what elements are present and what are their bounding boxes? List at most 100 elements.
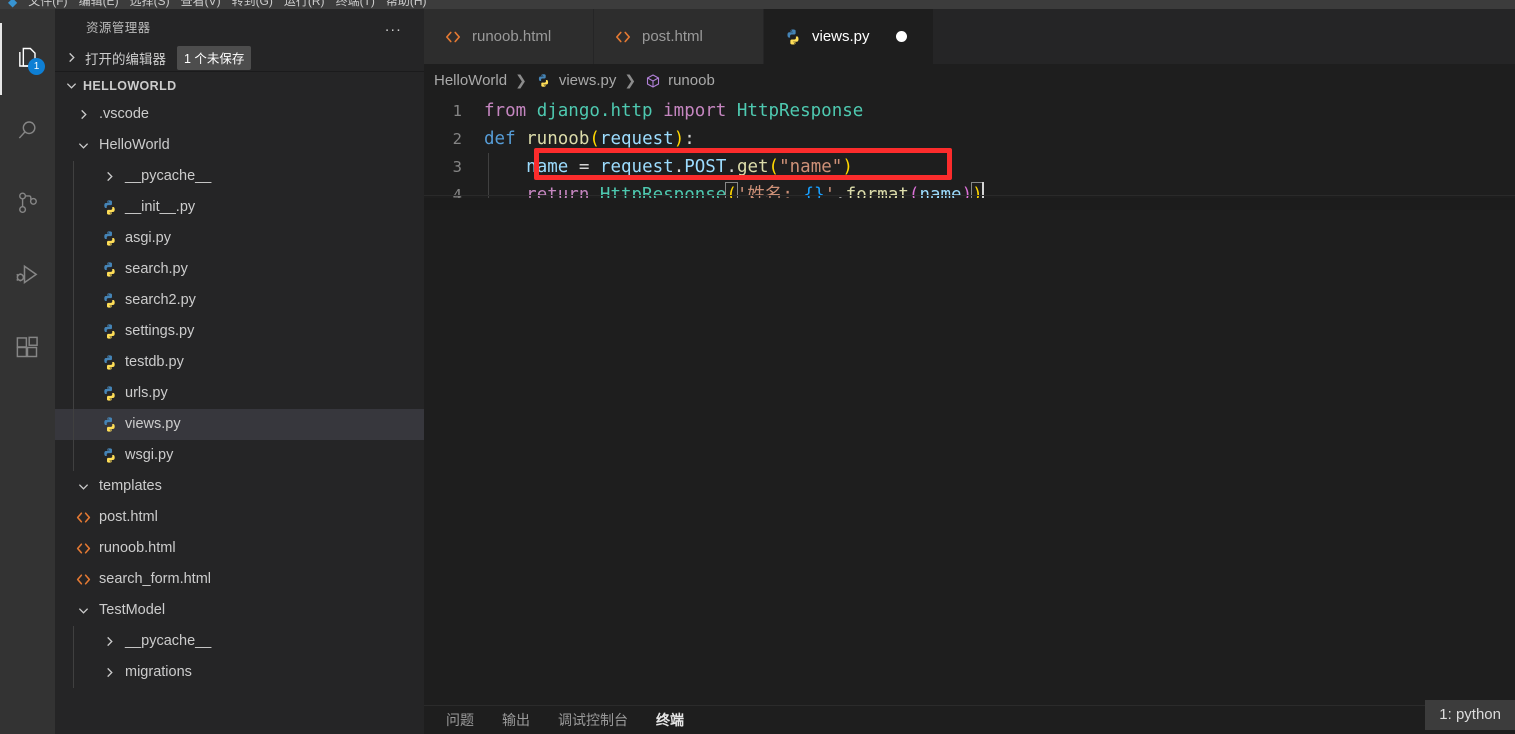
chevron-right-icon: ❯ (624, 72, 637, 88)
tree-item-init-py[interactable]: __init__.py (55, 192, 424, 223)
tree-item-label: __pycache__ (125, 168, 212, 185)
chevron-down-icon (63, 78, 79, 94)
html-icon (614, 28, 632, 46)
menu-item-terminal[interactable]: 终端(T) (336, 0, 375, 9)
tree-item-pycache[interactable]: __pycache__ (55, 161, 424, 192)
panel-tab-list: 问题 输出 调试控制台 终端 (424, 710, 684, 730)
tree-item-label: urls.py (125, 385, 168, 402)
panel-tab-输出[interactable]: 输出 (502, 710, 530, 730)
panel-tab-问题[interactable]: 问题 (446, 710, 474, 730)
html-icon (75, 540, 92, 557)
menu-item-edit[interactable]: 编辑(E) (79, 0, 119, 9)
chevron-right-icon (101, 168, 118, 185)
token-keyword-import: import (663, 101, 727, 121)
tree-item-search-py[interactable]: search.py (55, 254, 424, 285)
editor-area: runoob.html post.html views.py HelloWorld … (424, 9, 1515, 734)
indent-guide (73, 440, 74, 471)
token-module: django.http (526, 101, 664, 121)
tree-item-search2-py[interactable]: search2.py (55, 285, 424, 316)
html-icon (75, 571, 92, 588)
menu-item-select[interactable]: 选择(S) (130, 0, 170, 9)
activitybar-item-source-control[interactable] (0, 167, 55, 239)
activitybar-item-search[interactable] (0, 95, 55, 167)
python-icon (101, 261, 118, 278)
symbol-method-icon (644, 72, 661, 89)
code-editor[interactable]: 1 from django.http import HttpResponse 2… (424, 97, 1515, 705)
indent-guide (73, 347, 74, 378)
line-number: 2 (452, 130, 462, 148)
workspace-root-row[interactable]: HELLOWORLD (55, 72, 424, 99)
vscode-logo-icon: ◆ (8, 0, 18, 9)
editor-tab-bar: runoob.html post.html views.py (424, 9, 1515, 64)
editor-horizontal-scrollbar[interactable] (424, 195, 1515, 196)
open-editors-section-header[interactable]: 打开的编辑器 1 个未保存 (55, 44, 424, 72)
breadcrumb-item-symbol[interactable]: runoob (668, 72, 715, 89)
html-icon (444, 28, 462, 46)
tree-item-label: wsgi.py (125, 447, 174, 464)
code-text-line-3: name = request.POST.get("name") (484, 153, 853, 181)
tree-item-urls-py[interactable]: urls.py (55, 378, 424, 409)
tree-item-label: search.py (125, 261, 188, 278)
indent-guide (73, 378, 74, 409)
terminal-selector-dropdown[interactable]: 1: python (1425, 700, 1515, 730)
unsaved-indicator-icon[interactable] (895, 31, 907, 42)
indent-guide (73, 316, 74, 347)
tree-item-testdb-py[interactable]: testdb.py (55, 347, 424, 378)
token-paren-open: ( (768, 157, 780, 177)
panel-right-actions: 1: python (1425, 696, 1515, 734)
tree-item-search-form-html[interactable]: search_form.html (55, 564, 424, 595)
token-dot: . (673, 157, 685, 177)
tree-item-templates[interactable]: templates (55, 471, 424, 502)
menu-item-view[interactable]: 查看(V) (181, 0, 221, 9)
editor-tab-post-html[interactable]: post.html (594, 9, 764, 64)
tree-item-label: testdb.py (125, 354, 184, 371)
indent-guide (73, 254, 74, 285)
tree-item-migrations[interactable]: migrations (55, 657, 424, 688)
indent-guide (73, 285, 74, 316)
activitybar-item-extensions[interactable] (0, 311, 55, 383)
sidebar-more-actions-button[interactable]: ... (379, 18, 408, 36)
token-keyword-def: def (484, 129, 516, 149)
breadcrumb-item-folder[interactable]: HelloWorld (434, 72, 507, 89)
tree-item-asgi-py[interactable]: asgi.py (55, 223, 424, 254)
activitybar-item-run-and-debug[interactable] (0, 239, 55, 311)
editor-tab-views-py[interactable]: views.py (764, 9, 934, 64)
editor-tab-label: post.html (642, 28, 703, 45)
tree-item-views-py[interactable]: views.py (55, 409, 424, 440)
tree-item-label: migrations (125, 664, 192, 681)
token-paren-close: ) (842, 157, 853, 177)
indent-guide (488, 153, 489, 181)
tree-item-post-html[interactable]: post.html (55, 502, 424, 533)
tree-item-vscode[interactable]: .vscode (55, 99, 424, 130)
tree-item-label: runoob.html (99, 540, 176, 557)
tree-item-runoob-html[interactable]: runoob.html (55, 533, 424, 564)
menu-item-help[interactable]: 帮助(H) (386, 0, 427, 9)
panel-tab-终端[interactable]: 终端 (656, 710, 684, 730)
code-line-2: 2 def runoob(request): (424, 125, 1515, 153)
breadcrumb: HelloWorld ❯ views.py ❯ runoob (424, 64, 1515, 97)
source-control-icon (15, 190, 41, 216)
breadcrumb-item-file[interactable]: views.py (559, 72, 617, 89)
panel-tab-调试控制台[interactable]: 调试控制台 (558, 710, 628, 730)
tree-item-label: TestModel (99, 602, 166, 619)
activitybar-item-explorer[interactable]: 1 (0, 23, 55, 95)
chevron-right-icon (101, 633, 118, 650)
python-icon (101, 416, 118, 433)
tree-item-testmodel[interactable]: TestModel (55, 595, 424, 626)
menu-item-goto[interactable]: 转到(G) (232, 0, 273, 9)
chevron-right-icon (63, 50, 79, 66)
editor-tab-runoob-html[interactable]: runoob.html (424, 9, 594, 64)
token-colon: : (684, 129, 695, 149)
tree-item-settings-py[interactable]: settings.py (55, 316, 424, 347)
editor-scroll-shadow (424, 198, 1515, 210)
python-icon (101, 230, 118, 247)
tree-item-helloworld[interactable]: HelloWorld (55, 130, 424, 161)
editor-tab-label: runoob.html (472, 28, 552, 45)
search-icon (15, 118, 41, 144)
tree-item-label: views.py (125, 416, 181, 433)
tree-item-pycache[interactable]: __pycache__ (55, 626, 424, 657)
menu-item-file[interactable]: 文件(F) (28, 0, 67, 9)
tree-item-wsgi-py[interactable]: wsgi.py (55, 440, 424, 471)
menu-item-run[interactable]: 运行(R) (284, 0, 325, 9)
chevron-right-icon (75, 106, 92, 123)
